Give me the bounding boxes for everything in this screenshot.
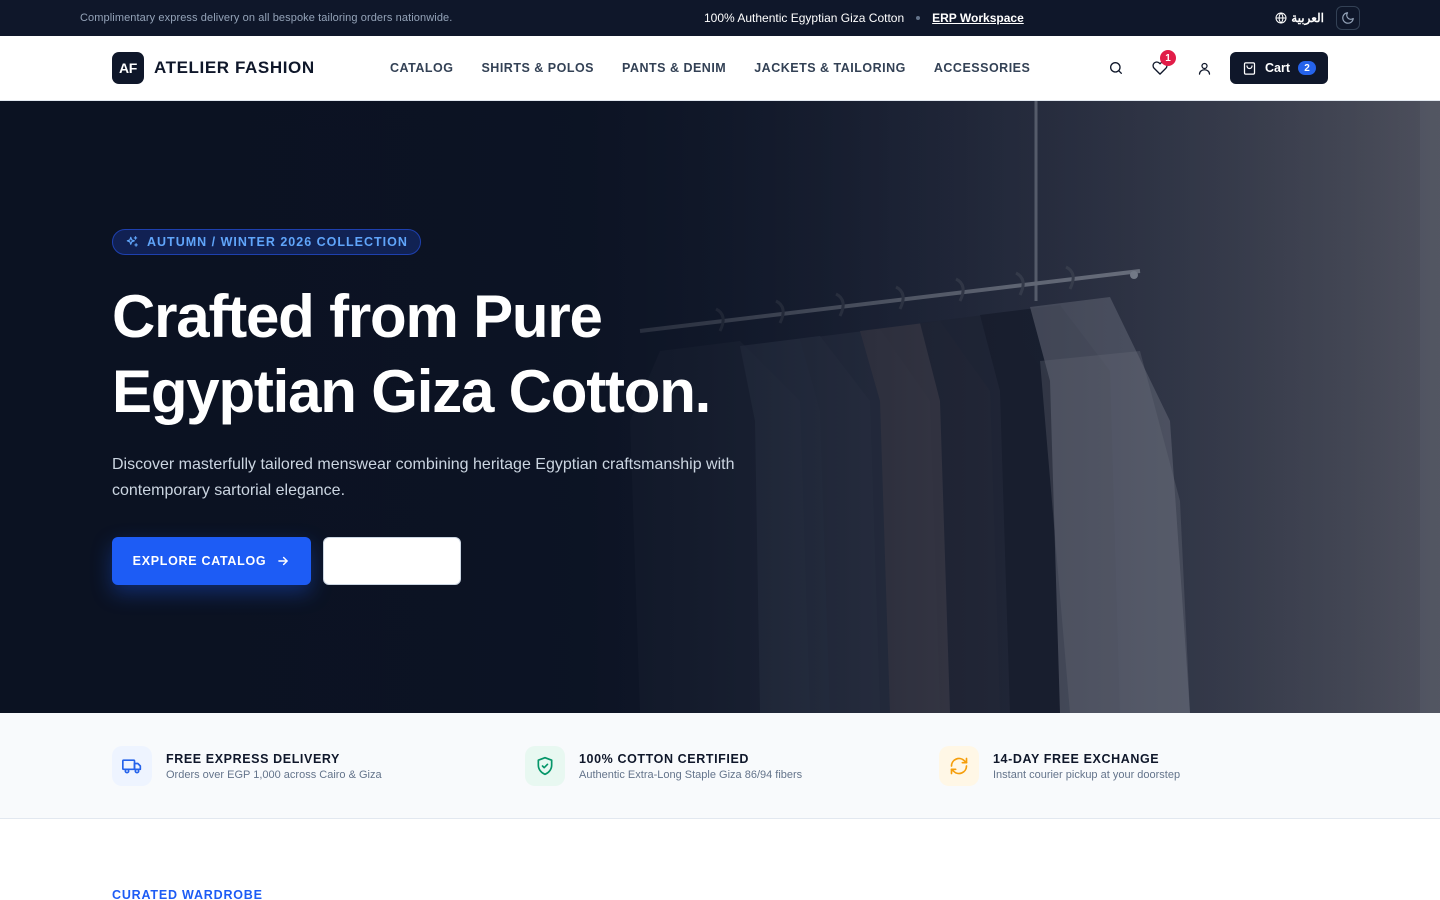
feature-description: Authentic Extra-Long Staple Giza 86/94 f… xyxy=(579,768,803,781)
announcement-center: 100% Authentic Egyptian Giza Cotton ERP … xyxy=(704,0,1024,36)
shield-check-icon xyxy=(537,756,553,776)
site-header: AF ATELIER FASHION CATALOG SHIRTS & POLO… xyxy=(0,36,1440,101)
explore-catalog-label: EXPLORE CATALOG xyxy=(132,554,267,568)
erp-workspace-link[interactable]: ERP Workspace xyxy=(932,11,1024,25)
nav-accessories[interactable]: ACCESSORIES xyxy=(934,61,1031,75)
brand-name: ATELIER FASHION xyxy=(154,58,315,77)
feature-free-delivery: FREE EXPRESS DELIVERY Orders over EGP 1,… xyxy=(112,746,382,786)
language-label: العربية xyxy=(1291,11,1324,25)
brand-logo[interactable]: AF ATELIER FASHION xyxy=(112,52,315,84)
nav-jackets-tailoring[interactable]: JACKETS & TAILORING xyxy=(754,61,906,75)
user-icon xyxy=(1198,62,1210,75)
arrow-right-icon xyxy=(278,556,289,566)
hero-headline: Crafted from Pure Egyptian Giza Cotton. xyxy=(112,279,832,429)
wishlist-button[interactable]: 1 xyxy=(1148,50,1176,80)
feature-title: 14-DAY FREE EXCHANGE xyxy=(993,751,1160,766)
account-button[interactable] xyxy=(1192,56,1216,80)
feature-cotton-certified: 100% COTTON CERTIFIED Authentic Extra-Lo… xyxy=(525,746,802,786)
feature-free-exchange: 14-DAY FREE EXCHANGE Instant courier pic… xyxy=(939,746,1180,786)
search-icon xyxy=(1110,61,1122,74)
shopping-bag-icon xyxy=(1243,61,1256,75)
refresh-icon xyxy=(950,757,968,775)
hero-headline-line-1: Crafted from Pure xyxy=(112,283,603,350)
cart-label: Cart xyxy=(1265,61,1291,75)
wishlist-count-badge: 1 xyxy=(1160,50,1176,66)
hero-banner: AUTUMN / WINTER 2026 COLLECTION Crafted … xyxy=(0,101,1440,713)
announcement-bar: Complimentary express delivery on all be… xyxy=(0,0,1440,36)
moon-icon xyxy=(1342,12,1354,24)
language-switcher[interactable]: العربية xyxy=(1275,0,1324,36)
globe-icon xyxy=(1275,12,1287,24)
feature-title: FREE EXPRESS DELIVERY xyxy=(166,751,340,766)
nav-shirts-polos[interactable]: SHIRTS & POLOS xyxy=(481,61,594,75)
separator-dot xyxy=(916,16,921,20)
feature-icon-wrap xyxy=(112,746,152,786)
features-strip: FREE EXPRESS DELIVERY Orders over EGP 1,… xyxy=(0,713,1440,819)
authentic-cotton-text: 100% Authentic Egyptian Giza Cotton xyxy=(704,11,905,25)
nav-pants-denim[interactable]: PANTS & DENIM xyxy=(622,61,726,75)
main-nav: CATALOG SHIRTS & POLOS PANTS & DENIM JAC… xyxy=(390,36,1058,100)
logo-mark: AF xyxy=(112,52,144,84)
nav-catalog[interactable]: CATALOG xyxy=(390,61,453,75)
cart-button[interactable]: Cart 2 xyxy=(1230,52,1328,84)
collection-badge-label: AUTUMN / WINTER 2026 COLLECTION xyxy=(147,235,408,249)
curated-wardrobe-label: CURATED WARDROBE xyxy=(112,888,263,900)
hero-headline-line-2: Egyptian Giza Cotton. xyxy=(112,358,711,425)
feature-description: Orders over EGP 1,000 across Cairo & Giz… xyxy=(166,768,382,781)
collection-badge: AUTUMN / WINTER 2026 COLLECTION xyxy=(112,229,421,255)
feature-title: 100% COTTON CERTIFIED xyxy=(579,751,750,766)
feature-icon-wrap xyxy=(525,746,565,786)
theme-toggle-button[interactable] xyxy=(1336,6,1360,30)
hero-subcopy: Discover masterfully tailored menswear c… xyxy=(112,456,735,499)
truck-icon xyxy=(122,759,142,774)
promo-text: Complimentary express delivery on all be… xyxy=(80,12,453,24)
secondary-cta-button[interactable] xyxy=(323,537,461,585)
explore-catalog-button[interactable]: EXPLORE CATALOG xyxy=(112,537,311,585)
feature-description: Instant courier pickup at your doorstep xyxy=(993,768,1181,781)
cart-count-badge: 2 xyxy=(1298,61,1317,75)
sparkles-icon xyxy=(126,236,138,247)
feature-icon-wrap xyxy=(939,746,979,786)
search-button[interactable] xyxy=(1104,56,1128,80)
